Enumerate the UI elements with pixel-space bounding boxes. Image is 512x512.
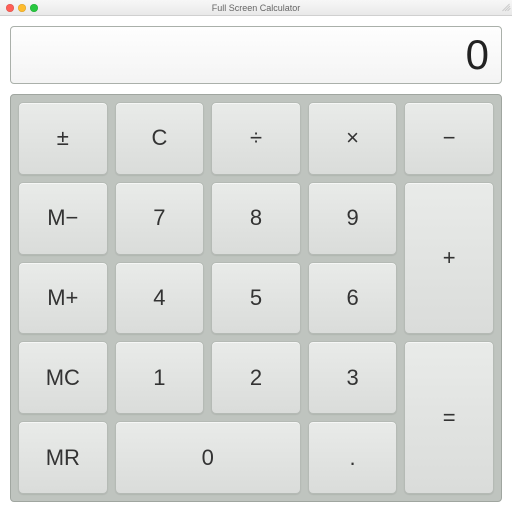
digit-7-button[interactable]: 7 <box>115 182 205 255</box>
memory-clear-button[interactable]: MC <box>18 341 108 414</box>
digit-1-button[interactable]: 1 <box>115 341 205 414</box>
decimal-button[interactable]: . <box>308 421 398 494</box>
digit-6-button[interactable]: 6 <box>308 262 398 335</box>
keypad: ± C ÷ × − M− 7 8 9 + M+ 4 5 6 MC 1 2 3 =… <box>10 94 502 502</box>
divide-button[interactable]: ÷ <box>211 102 301 175</box>
multiply-button[interactable]: × <box>308 102 398 175</box>
window-title: Full Screen Calculator <box>0 3 512 13</box>
close-icon[interactable] <box>6 4 14 12</box>
digit-4-button[interactable]: 4 <box>115 262 205 335</box>
minus-button[interactable]: − <box>404 102 494 175</box>
digit-5-button[interactable]: 5 <box>211 262 301 335</box>
window-titlebar: Full Screen Calculator <box>0 0 512 16</box>
digit-0-button[interactable]: 0 <box>115 421 301 494</box>
digit-8-button[interactable]: 8 <box>211 182 301 255</box>
digit-3-button[interactable]: 3 <box>308 341 398 414</box>
calculator-body: 0 ± C ÷ × − M− 7 8 9 + M+ 4 5 6 MC 1 2 3… <box>0 16 512 512</box>
zoom-icon[interactable] <box>30 4 38 12</box>
digit-2-button[interactable]: 2 <box>211 341 301 414</box>
memory-plus-button[interactable]: M+ <box>18 262 108 335</box>
memory-minus-button[interactable]: M− <box>18 182 108 255</box>
plus-button[interactable]: + <box>404 182 494 335</box>
window-controls <box>6 4 38 12</box>
equals-button[interactable]: = <box>404 341 494 494</box>
clear-button[interactable]: C <box>115 102 205 175</box>
digit-9-button[interactable]: 9 <box>308 182 398 255</box>
display: 0 <box>10 26 502 84</box>
memory-recall-button[interactable]: MR <box>18 421 108 494</box>
plus-minus-button[interactable]: ± <box>18 102 108 175</box>
minimize-icon[interactable] <box>18 4 26 12</box>
resize-grip-icon[interactable] <box>502 3 510 11</box>
